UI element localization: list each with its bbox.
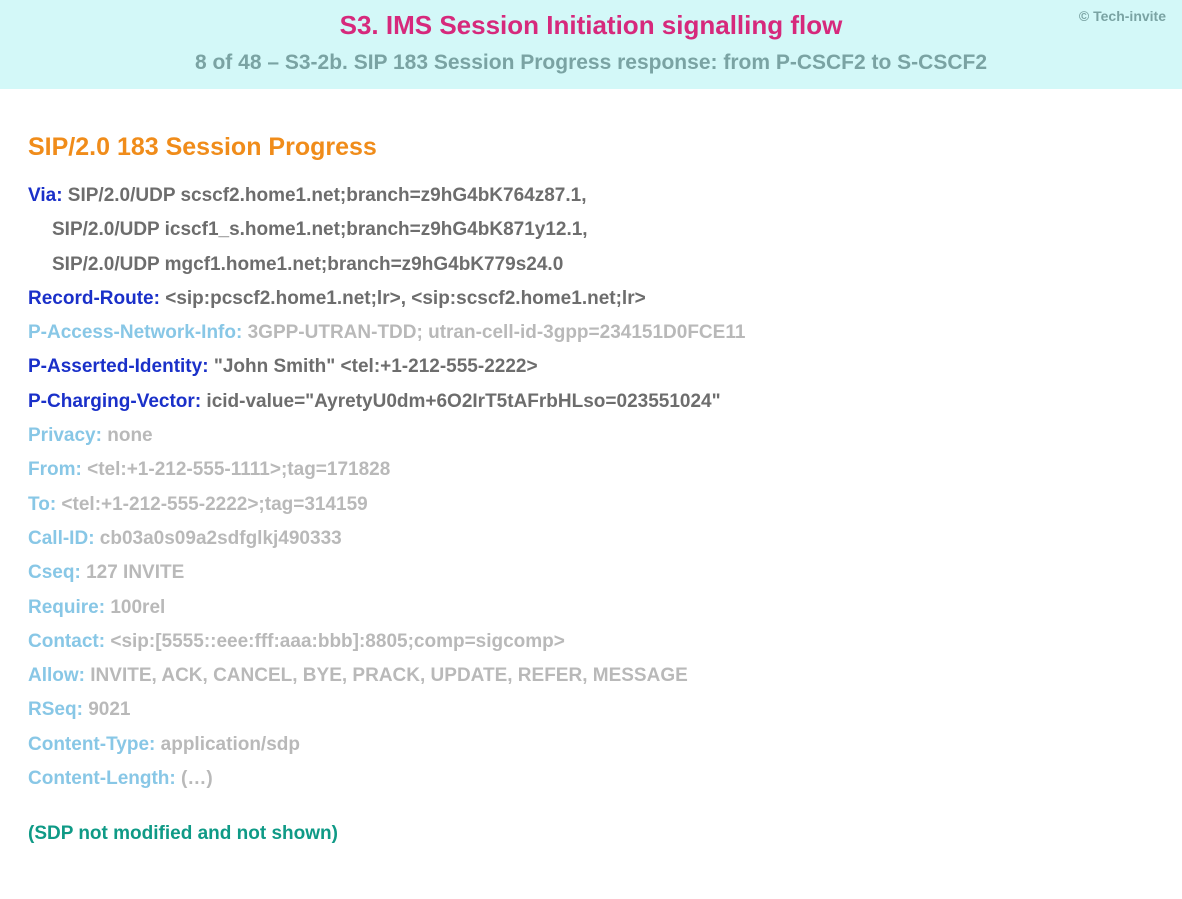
via-header-name: Via [28,185,56,206]
from-name: From [28,459,76,480]
pani-value: 3GPP-UTRAN-TDD; utran-cell-id-3gpp=23415… [248,322,746,343]
content-length-header: Content-Length: (…) [28,763,1154,795]
contact-value: <sip:[5555::eee:fff:aaa:bbb]:8805;comp=s… [110,631,565,652]
contact-name: Contact [28,631,99,652]
content-type-header: Content-Type: application/sdp [28,729,1154,761]
rseq-header: RSeq: 9021 [28,694,1154,726]
record-route-name: Record-Route [28,288,154,309]
cseq-name: Cseq [28,562,74,583]
require-header: Require: 100rel [28,592,1154,624]
p-access-network-info-header: P-Access-Network-Info: 3GPP-UTRAN-TDD; u… [28,317,1154,349]
to-name: To [28,494,50,515]
clen-name: Content-Length [28,768,169,789]
via-value-2: SIP/2.0/UDP icscf1_s.home1.net;branch=z9… [52,219,588,240]
sdp-note: (SDP not modified and not shown) [28,823,1154,845]
allow-name: Allow [28,665,79,686]
pcv-value: icid-value="AyretyU0dm+6O2IrT5tAFrbHLso=… [206,391,720,412]
rseq-value: 9021 [88,699,130,720]
from-header: From: <tel:+1-212-555-1111>;tag=171828 [28,454,1154,486]
ctype-value: application/sdp [161,734,300,755]
call-id-header: Call-ID: cb03a0s09a2sdfglkj490333 [28,523,1154,555]
pcv-name: P-Charging-Vector [28,391,195,412]
from-value: <tel:+1-212-555-1111>;tag=171828 [87,459,390,480]
privacy-header: Privacy: none [28,420,1154,452]
privacy-name: Privacy [28,425,96,446]
pai-value: "John Smith" <tel:+1-212-555-2222> [214,356,538,377]
via-value-3: SIP/2.0/UDP mgcf1.home1.net;branch=z9hG4… [52,254,563,275]
pai-name: P-Asserted-Identity [28,356,202,377]
callid-value: cb03a0s09a2sdfglkj490333 [100,528,342,549]
require-name: Require [28,597,99,618]
clen-value: (…) [181,768,213,789]
sub-title: 8 of 48 – S3-2b. SIP 183 Session Progres… [20,51,1162,75]
cseq-header: Cseq: 127 INVITE [28,557,1154,589]
copyright-label: © Tech-invite [1079,8,1166,24]
cseq-value: 127 INVITE [86,562,184,583]
to-header: To: <tel:+1-212-555-2222>;tag=314159 [28,489,1154,521]
privacy-value: none [107,425,152,446]
via-continuation-2: SIP/2.0/UDP icscf1_s.home1.net;branch=z9… [28,214,1154,246]
record-route-header: Record-Route: <sip:pcscf2.home1.net;lr>,… [28,283,1154,315]
ctype-name: Content-Type [28,734,149,755]
sip-message-content: SIP/2.0 183 Session Progress Via: SIP/2.… [0,89,1182,865]
allow-value: INVITE, ACK, CANCEL, BYE, PRACK, UPDATE,… [90,665,688,686]
p-asserted-identity-header: P-Asserted-Identity: "John Smith" <tel:+… [28,351,1154,383]
pani-name: P-Access-Network-Info [28,322,236,343]
main-title: S3. IMS Session Initiation signalling fl… [20,10,1162,41]
record-route-value: <sip:pcscf2.home1.net;lr>, <sip:scscf2.h… [165,288,645,309]
rseq-name: RSeq [28,699,77,720]
via-header: Via: SIP/2.0/UDP scscf2.home1.net;branch… [28,180,1154,212]
to-value: <tel:+1-212-555-2222>;tag=314159 [61,494,367,515]
contact-header: Contact: <sip:[5555::eee:fff:aaa:bbb]:88… [28,626,1154,658]
p-charging-vector-header: P-Charging-Vector: icid-value="AyretyU0d… [28,386,1154,418]
sip-status-line: SIP/2.0 183 Session Progress [28,133,1154,162]
via-continuation-3: SIP/2.0/UDP mgcf1.home1.net;branch=z9hG4… [28,249,1154,281]
allow-header: Allow: INVITE, ACK, CANCEL, BYE, PRACK, … [28,660,1154,692]
callid-name: Call-ID [28,528,88,549]
via-value-1: SIP/2.0/UDP scscf2.home1.net;branch=z9hG… [68,185,587,206]
require-value: 100rel [110,597,165,618]
header-banner: © Tech-invite S3. IMS Session Initiation… [0,0,1182,89]
